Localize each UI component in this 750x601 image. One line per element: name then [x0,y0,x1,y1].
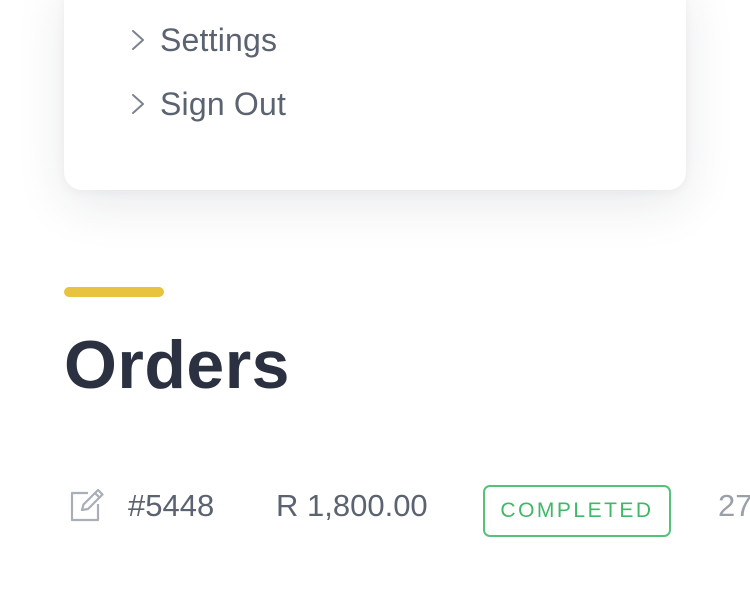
account-menu-card: Settings Sign Out [64,0,686,190]
order-number[interactable]: #5448 [128,488,214,524]
menu-item-settings[interactable]: Settings [130,20,277,60]
order-row: #5448 R 1,800.00 COMPLETED 27 [0,480,750,540]
page: Settings Sign Out Orders #5448 R 1,800.0… [0,0,750,601]
chevron-right-icon [130,28,146,52]
order-amount: R 1,800.00 [276,488,428,523]
order-date: 27 [718,488,750,523]
edit-icon[interactable] [68,486,106,524]
menu-item-label: Sign Out [160,85,287,122]
menu-item-label: Settings [160,21,278,58]
status-badge: COMPLETED [483,485,671,537]
page-title: Orders [64,327,290,403]
chevron-right-icon [130,92,146,116]
menu-item-sign-out[interactable]: Sign Out [130,84,286,124]
section-accent-bar [64,287,164,297]
